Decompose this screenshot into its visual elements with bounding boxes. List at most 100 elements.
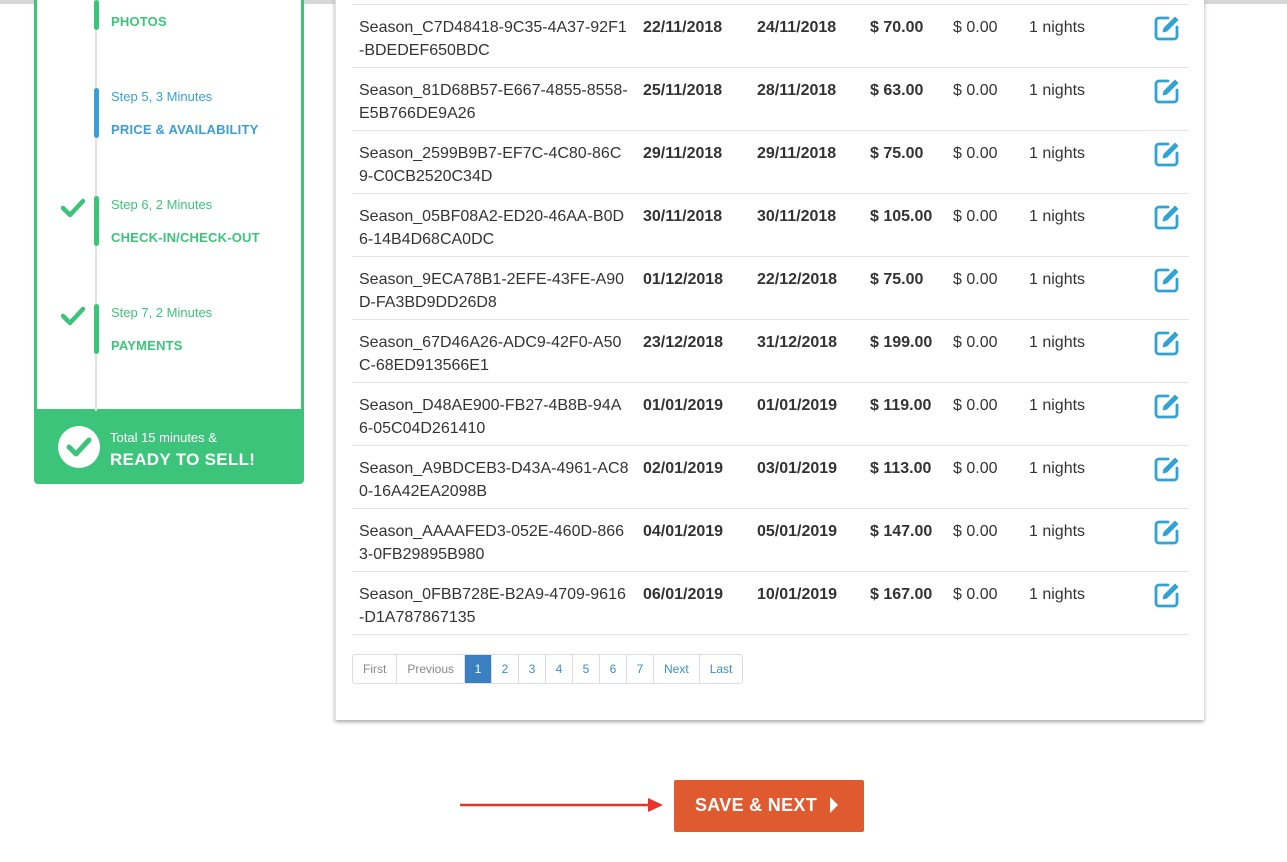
table-row: Season_67D46A26-ADC9-42F0-A50C-68ED91356… [352, 320, 1189, 383]
step-payments[interactable]: Step 7, 2 Minutes PAYMENTS [37, 304, 301, 364]
season-extra-price: $ 0.00 [953, 397, 998, 414]
edit-icon[interactable] [1153, 581, 1181, 609]
season-extra-price: $ 0.00 [953, 460, 998, 477]
table-row: Season_81D68B57-E667-4855-8558-E5B766DE9… [352, 68, 1189, 131]
wizard-sidebar: PHOTOS Step 5, 3 Minutes PRICE & AVAILAB… [34, 0, 304, 484]
season-start-date: 01/12/2018 [643, 271, 724, 288]
edit-icon[interactable] [1153, 455, 1181, 483]
step-title: Step 7, 2 Minutes [111, 305, 213, 320]
step-checkin-checkout[interactable]: Step 6, 2 Minutes CHECK-IN/CHECK-OUT [37, 196, 301, 256]
season-end-date: 29/11/2018 [757, 145, 837, 162]
step-indicator-bar [94, 0, 99, 30]
season-start-date: 25/11/2018 [643, 82, 723, 99]
page-next[interactable]: Next [653, 655, 699, 683]
season-start-date: 23/12/2018 [643, 334, 724, 351]
season-name: Season_2599B9B7-EF7C-4C80-86C9-C0CB2520C… [359, 145, 622, 185]
season-name: Season_05BF08A2-ED20-46AA-B0D6-14B4D68CA… [359, 208, 625, 248]
table-row: Season_D48AE900-FB27-4B8B-94A6-05C04D261… [352, 383, 1189, 446]
season-name: Season_D48AE900-FB27-4B8B-94A6-05C04D261… [359, 397, 622, 437]
season-name: Season_9ECA78B1-2EFE-43FE-A90D-FA3BD9DD2… [359, 271, 625, 311]
page-3[interactable]: 3 [518, 655, 545, 683]
check-circle-icon [58, 426, 100, 468]
season-end-date: 31/12/2018 [757, 334, 838, 351]
season-end-date: 24/11/2018 [757, 19, 837, 36]
season-min-stay: 1 nights [1029, 586, 1086, 603]
table-row: Season_C7D48418-9C35-4A37-92F1-BDEDEF650… [352, 5, 1189, 68]
season-price: $ 75.00 [870, 271, 924, 288]
season-name: Season_67D46A26-ADC9-42F0-A50C-68ED91356… [359, 334, 622, 374]
season-price: $ 167.00 [870, 586, 933, 603]
season-start-date: 22/11/2018 [643, 19, 723, 36]
season-name: Season_0FBB728E-B2A9-4709-9616-D1A787867… [359, 586, 626, 626]
season-min-stay: 1 nights [1029, 82, 1086, 99]
season-start-date: 06/01/2019 [643, 586, 724, 603]
step-indicator-bar [94, 88, 99, 138]
season-price: $ 70.00 [870, 19, 924, 36]
season-start-date: 30/11/2018 [643, 208, 723, 225]
season-min-stay: 1 nights [1029, 523, 1086, 540]
edit-icon[interactable] [1153, 140, 1181, 168]
page-4[interactable]: 4 [545, 655, 572, 683]
season-end-date: 05/01/2019 [757, 523, 838, 540]
table-row: Season_A9BDCEB3-D43A-4961-AC80-16A42EA20… [352, 446, 1189, 509]
page-previous[interactable]: Previous [396, 655, 464, 683]
season-extra-price: $ 0.00 [953, 19, 998, 36]
edit-icon[interactable] [1153, 266, 1181, 294]
total-time-text: Total 15 minutes & [110, 430, 217, 445]
page-2[interactable]: 2 [491, 655, 518, 683]
season-start-date: 02/01/2019 [643, 460, 724, 477]
edit-icon[interactable] [1153, 518, 1181, 546]
season-start-date: 04/01/2019 [643, 523, 724, 540]
steps-list: PHOTOS Step 5, 3 Minutes PRICE & AVAILAB… [34, 0, 304, 412]
season-end-date: 30/11/2018 [757, 208, 837, 225]
edit-icon[interactable] [1153, 329, 1181, 357]
page-5[interactable]: 5 [572, 655, 599, 683]
season-start-date: 01/01/2019 [643, 397, 724, 414]
season-price: $ 75.00 [870, 145, 924, 162]
season-name: Season_C7D48418-9C35-4A37-92F1-BDEDEF650… [359, 19, 627, 59]
season-end-date: 01/01/2019 [757, 397, 838, 414]
step-name: PHOTOS [111, 14, 167, 29]
page-7[interactable]: 7 [626, 655, 653, 683]
season-extra-price: $ 0.00 [953, 271, 998, 288]
season-name: Season_81D68B57-E667-4855-8558-E5B766DE9… [359, 82, 628, 122]
season-price: $ 147.00 [870, 523, 933, 540]
table-row: Season_05BF08A2-ED20-46AA-B0D6-14B4D68CA… [352, 194, 1189, 257]
page-last[interactable]: Last [698, 655, 743, 683]
table-row: Season_2599B9B7-EF7C-4C80-86C9-C0CB2520C… [352, 131, 1189, 194]
edit-icon[interactable] [1153, 14, 1181, 42]
step-photos[interactable]: PHOTOS [37, 0, 301, 50]
pagination: First Previous 1 2 3 4 5 6 7 Next Last [352, 654, 744, 684]
check-icon [61, 198, 85, 218]
check-icon [61, 306, 85, 326]
step-name: CHECK-IN/CHECK-OUT [111, 230, 260, 245]
page-1[interactable]: 1 [464, 655, 492, 683]
season-extra-price: $ 0.00 [953, 523, 998, 540]
season-min-stay: 1 nights [1029, 460, 1086, 477]
season-extra-price: $ 0.00 [953, 334, 998, 351]
season-min-stay: 1 nights [1029, 145, 1086, 162]
edit-icon[interactable] [1153, 203, 1181, 231]
season-name: Season_A9BDCEB3-D43A-4961-AC80-16A42EA20… [359, 460, 629, 500]
season-min-stay: 1 nights [1029, 271, 1086, 288]
season-extra-price: $ 0.00 [953, 208, 998, 225]
season-extra-price: $ 0.00 [953, 82, 998, 99]
seasons-panel: Season_C7D48418-9C35-4A37-92F1-BDEDEF650… [335, 0, 1204, 720]
ready-to-sell-banner: Total 15 minutes & READY TO SELL! [34, 411, 304, 484]
save-next-button[interactable]: SAVE & NEXT [674, 780, 864, 832]
ready-to-sell-text: READY TO SELL! [110, 450, 256, 469]
season-extra-price: $ 0.00 [953, 586, 998, 603]
season-price: $ 63.00 [870, 82, 924, 99]
page-first[interactable]: First [353, 655, 396, 683]
step-name: PAYMENTS [111, 338, 183, 353]
table-row: Season_9ECA78B1-2EFE-43FE-A90D-FA3BD9DD2… [352, 257, 1189, 320]
edit-icon[interactable] [1153, 77, 1181, 105]
page-6[interactable]: 6 [599, 655, 626, 683]
edit-icon[interactable] [1153, 392, 1181, 420]
save-next-label: SAVE & NEXT [695, 795, 817, 815]
arrow-pointer-icon [460, 798, 663, 812]
season-end-date: 03/01/2019 [757, 460, 838, 477]
step-price-availability[interactable]: Step 5, 3 Minutes PRICE & AVAILABILITY [37, 88, 301, 148]
step-title: Step 5, 3 Minutes [111, 89, 213, 104]
step-indicator-bar [94, 196, 99, 246]
